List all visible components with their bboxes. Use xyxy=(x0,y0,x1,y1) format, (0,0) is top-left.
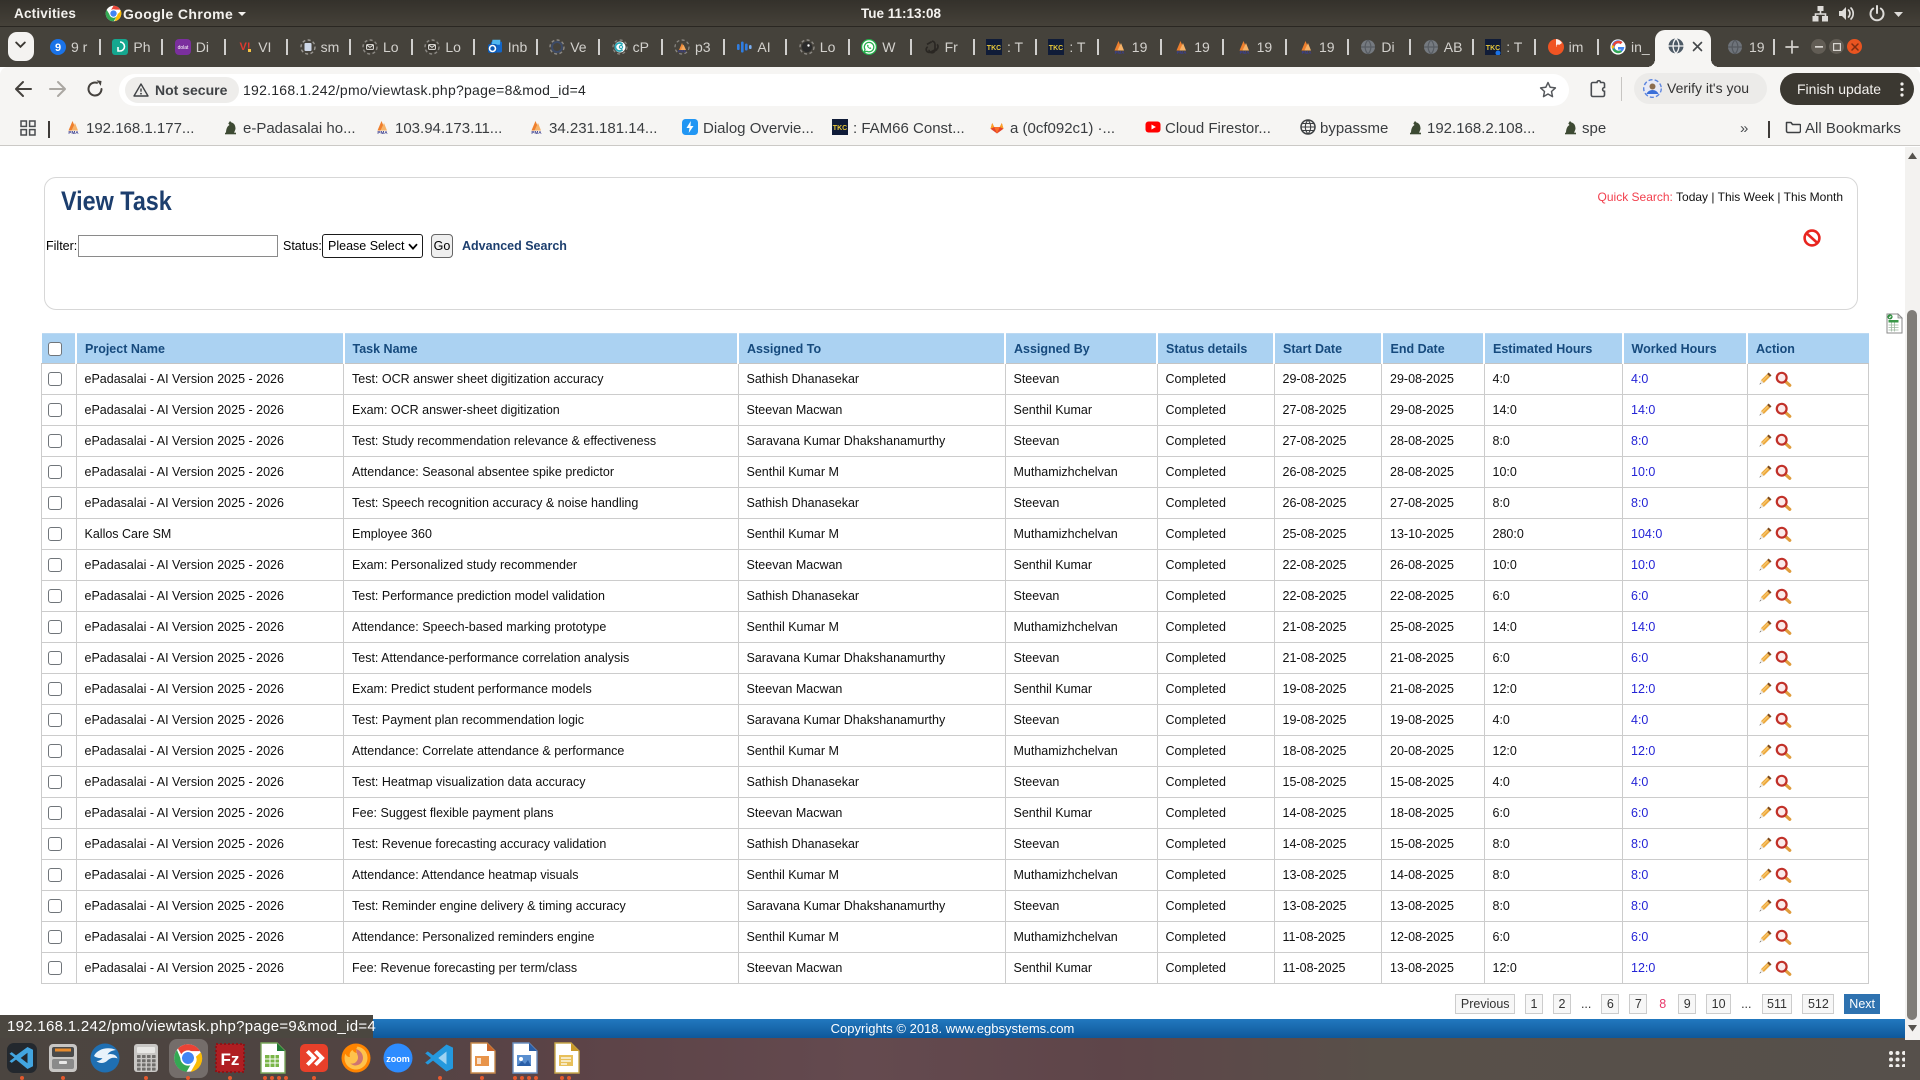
svg-text:TKC: TKC xyxy=(987,45,1001,52)
svg-text:PMA: PMA xyxy=(68,130,79,135)
svg-text:PMA: PMA xyxy=(531,130,542,135)
svg-text:TKC: TKC xyxy=(833,125,847,132)
svg-text:PMA: PMA xyxy=(1177,50,1188,55)
svg-text:PMA: PMA xyxy=(678,50,686,54)
svg-text:dolat: dolat xyxy=(177,45,188,51)
svg-text:Fz: Fz xyxy=(221,1050,240,1069)
svg-text:TKC: TKC xyxy=(1049,45,1063,52)
svg-text:PMA: PMA xyxy=(1239,50,1250,55)
svg-text:9: 9 xyxy=(55,42,61,54)
svg-text:PMA: PMA xyxy=(1114,50,1125,55)
svg-text:PMA: PMA xyxy=(377,130,388,135)
svg-text:PMA: PMA xyxy=(1302,50,1313,55)
svg-text:zoom: zoom xyxy=(386,1054,410,1064)
